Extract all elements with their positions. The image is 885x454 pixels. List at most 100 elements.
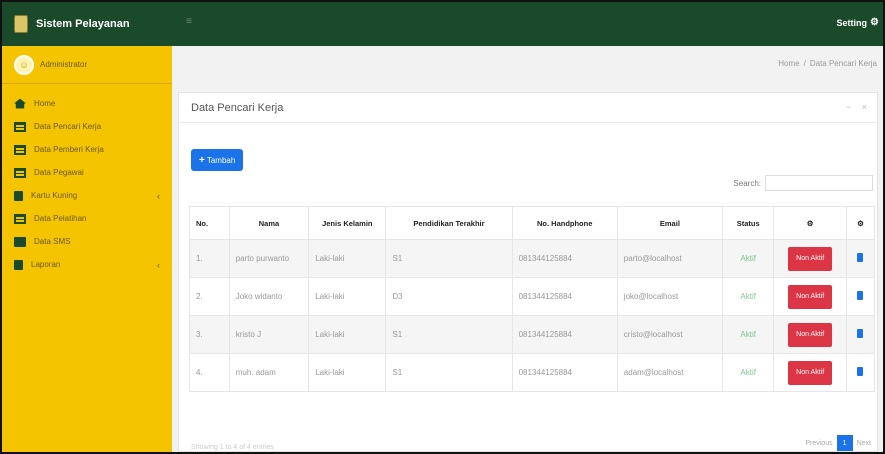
sidebar-item-data-pemberi-kerja[interactable]: Data Pemberi Kerja: [2, 138, 172, 161]
plus-icon: +: [199, 154, 205, 166]
cell-handphone: 081344125884: [511, 315, 618, 354]
sidebar-menu: Home Data Pencari Kerja Data Pemberi Ker…: [2, 92, 172, 276]
non-aktif-button[interactable]: Non Aktif: [788, 246, 833, 271]
cell-handphone: 081344125884: [511, 277, 618, 316]
user-panel[interactable]: ☺ Administrator: [2, 46, 172, 84]
cell-no: 1.: [189, 239, 230, 278]
header-jenis-kelamin[interactable]: Jenis Kelamin: [308, 206, 387, 240]
header-pendidikan[interactable]: Pendidikan Terakhir: [385, 206, 513, 240]
cell-email: cristo@localhost: [616, 315, 724, 354]
gear-icon: ⚙: [870, 17, 879, 28]
table-icon: [14, 167, 26, 178]
header-nama[interactable]: Nama: [228, 206, 310, 240]
sidebar: Sistem Pelayanan ☺ Administrator Home Da…: [2, 2, 172, 452]
home-icon: [14, 98, 26, 109]
menu-toggle-icon[interactable]: ≡: [186, 16, 196, 27]
topbar: ≡ Setting ⚙: [172, 2, 883, 46]
setting-label: Setting: [836, 17, 868, 28]
close-icon[interactable]: ×: [862, 102, 867, 112]
header-action-1: ⚙: [773, 206, 847, 240]
table-icon: [14, 213, 26, 224]
breadcrumb-separator: /: [803, 59, 806, 68]
cell-action: Non Aktif: [773, 315, 847, 354]
brand[interactable]: Sistem Pelayanan: [2, 2, 172, 46]
book-icon: [14, 259, 23, 270]
header-handphone[interactable]: No. Handphone: [511, 206, 618, 240]
header-action-2: ⚙: [845, 206, 876, 240]
cell-nama: kristo J: [228, 315, 310, 354]
user-name: Administrator: [40, 60, 88, 69]
logo-icon: [14, 15, 28, 33]
setting-button[interactable]: Setting ⚙: [837, 17, 879, 28]
non-aktif-button[interactable]: Non Aktif: [788, 322, 833, 347]
header-email[interactable]: Email: [616, 206, 724, 240]
sidebar-item-data-pegawai[interactable]: Data Pegawai: [2, 161, 172, 184]
cell-pendidikan: S1: [385, 353, 513, 392]
sidebar-item-data-pencari-kerja[interactable]: Data Pencari Kerja: [2, 115, 172, 138]
cell-no: 4.: [189, 353, 230, 392]
sidebar-item-label: Home: [34, 99, 56, 108]
status-badge: Aktif: [721, 239, 775, 278]
gear-icon: ⚙: [806, 218, 814, 228]
breadcrumb-current: Data Pencari Kerja: [809, 59, 877, 68]
card-tools: − ×: [838, 102, 867, 112]
header-status[interactable]: Status: [721, 206, 775, 240]
search-box: Search:: [733, 175, 873, 191]
sidebar-item-kartu-kuning[interactable]: Kartu Kuning ‹: [2, 184, 172, 207]
breadcrumb-home[interactable]: Home: [778, 59, 799, 68]
sidebar-item-label: Data Pegawai: [34, 168, 84, 177]
card-title: Data Pencari Kerja: [191, 102, 284, 114]
app-window: Sistem Pelayanan ☺ Administrator Home Da…: [0, 0, 885, 454]
add-button[interactable]: + Tambah: [191, 149, 244, 171]
cell-jenis-kelamin: Laki-laki: [308, 239, 387, 278]
sidebar-item-home[interactable]: Home: [2, 92, 172, 115]
table-icon: [14, 144, 26, 155]
trash-icon[interactable]: [857, 329, 864, 338]
breadcrumb: Home / Data Pencari Kerja: [778, 59, 877, 68]
cell-nama: Joko widanto: [228, 277, 310, 316]
pagination-page[interactable]: 1: [836, 435, 853, 451]
card-header: Data Pencari Kerja − ×: [179, 93, 877, 123]
cell-delete: [845, 315, 876, 354]
table-row: 1. parto purwanto Laki-laki S1 081344125…: [189, 239, 876, 278]
pagination: Previous 1 Next: [805, 435, 871, 451]
breadcrumb-bar: Home / Data Pencari Kerja: [172, 46, 883, 82]
book-icon: [14, 190, 23, 201]
cell-pendidikan: D3: [385, 277, 513, 316]
table-info: Showing 1 to 4 of 4 entries: [191, 444, 274, 451]
pagination-previous[interactable]: Previous: [805, 440, 832, 447]
sidebar-item-laporan[interactable]: Laporan ‹: [2, 253, 172, 276]
cell-action: Non Aktif: [773, 277, 847, 316]
sidebar-item-label: Data SMS: [34, 237, 71, 246]
cell-delete: [845, 277, 876, 316]
cell-delete: [845, 239, 876, 278]
header-no[interactable]: No.: [189, 206, 230, 240]
status-badge: Aktif: [721, 277, 775, 316]
cell-nama: parto purwanto: [228, 239, 310, 278]
table-icon: [14, 121, 26, 132]
sidebar-item-label: Data Pemberi Kerja: [34, 145, 104, 154]
cell-jenis-kelamin: Laki-laki: [308, 315, 387, 354]
sidebar-item-data-pelatihan[interactable]: Data Pelatihan: [2, 207, 172, 230]
cell-jenis-kelamin: Laki-laki: [308, 353, 387, 392]
avatar: ☺: [14, 54, 34, 75]
cell-handphone: 081344125884: [511, 239, 618, 278]
gear-icon: ⚙: [857, 218, 864, 228]
non-aktif-button[interactable]: Non Aktif: [788, 360, 833, 385]
cell-pendidikan: S1: [385, 239, 513, 278]
chevron-left-icon: ‹: [157, 259, 160, 270]
sidebar-item-data-sms[interactable]: Data SMS: [2, 230, 172, 253]
cell-handphone: 081344125884: [511, 353, 618, 392]
chevron-left-icon: ‹: [157, 190, 160, 201]
trash-icon[interactable]: [857, 367, 864, 376]
cell-nama: muh. adam: [228, 353, 310, 392]
non-aktif-button[interactable]: Non Aktif: [788, 284, 833, 309]
cell-no: 3.: [189, 315, 230, 354]
trash-icon[interactable]: [857, 291, 864, 300]
trash-icon[interactable]: [857, 253, 864, 262]
sidebar-item-label: Data Pelatihan: [34, 214, 87, 223]
search-input[interactable]: [765, 175, 873, 191]
collapse-icon[interactable]: −: [846, 102, 851, 112]
pagination-next[interactable]: Next: [857, 440, 871, 447]
sidebar-item-label: Kartu Kuning: [31, 191, 78, 200]
